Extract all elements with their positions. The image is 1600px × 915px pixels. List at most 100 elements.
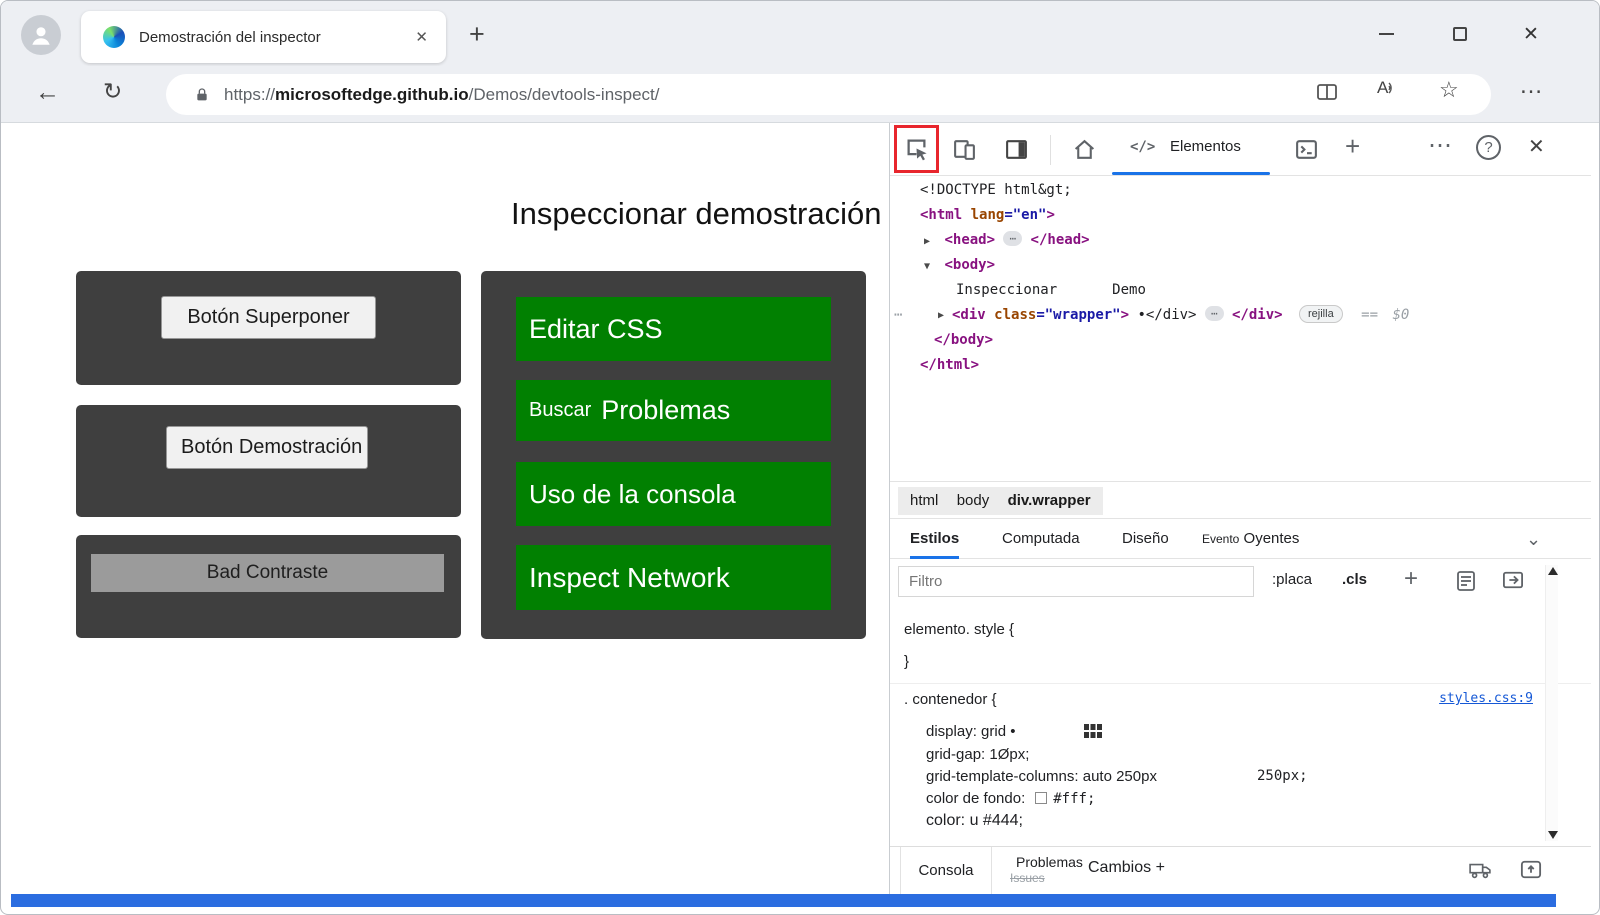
inspect-network-link[interactable]: Inspect Network — [516, 545, 831, 610]
read-aloud-icon[interactable]: A — [1377, 78, 1397, 98]
sidebar-tabs: Estilos Computada Diseño Evento Oyentes … — [890, 519, 1591, 559]
find-issues-link[interactable]: Buscar Problemas — [516, 380, 831, 441]
style-filter-input[interactable] — [898, 566, 1254, 597]
div-inline-content: •</div> — [1137, 307, 1196, 323]
new-tab-button[interactable]: + — [469, 19, 485, 50]
tab-computed[interactable]: Computada — [1002, 519, 1080, 559]
add-tab-icon[interactable]: + — [1345, 131, 1360, 162]
title-bar: Demostración del inspector ✕ + ✕ — [1, 1, 1600, 66]
navigation-bar: ← ↻ https://microsoftedge.github.io/Demo… — [1, 66, 1600, 123]
split-screen-icon[interactable] — [1317, 83, 1337, 101]
scroll-up-icon[interactable] — [1548, 567, 1558, 575]
tab-elements[interactable]: Elementos — [1170, 138, 1241, 155]
window-close-button[interactable]: ✕ — [1523, 23, 1539, 46]
prop-color[interactable]: color: u #444; — [926, 812, 1023, 830]
back-button[interactable]: ← — [35, 78, 60, 107]
stylesheet-source-link[interactable]: styles.css:9 — [1439, 691, 1533, 706]
dock-side-icon[interactable] — [1004, 137, 1029, 162]
prop-display[interactable]: display: grid • — [926, 723, 1102, 740]
tab-styles[interactable]: Estilos — [910, 519, 959, 559]
toolbar-divider — [1050, 135, 1051, 165]
expand-drawer-icon[interactable] — [1520, 859, 1542, 880]
dom-doctype[interactable]: <!DOCTYPE html&gt; — [920, 178, 1072, 203]
tab-close-icon[interactable]: ✕ — [415, 28, 428, 46]
devtools-close-icon[interactable]: ✕ — [1528, 134, 1545, 159]
network-throttling-icon[interactable] — [1468, 861, 1492, 879]
tab-layout[interactable]: Diseño — [1122, 519, 1169, 559]
drawer-tab-issues-original: Issues — [1010, 871, 1045, 885]
home-icon[interactable] — [1072, 137, 1097, 162]
drawer-tab-changes[interactable]: Cambios + — [1088, 859, 1165, 877]
div-attr: class — [994, 307, 1036, 323]
profile-avatar[interactable] — [21, 15, 61, 55]
toggle-cls[interactable]: .cls — [1342, 571, 1367, 588]
tab-event-small-text: Evento — [1202, 532, 1239, 546]
open-sidebar-icon[interactable] — [1502, 570, 1524, 590]
toggle-hov[interactable]: :placa — [1272, 571, 1312, 588]
lock-icon — [194, 87, 210, 103]
window-minimize-button[interactable] — [1379, 33, 1394, 35]
settings-more-icon[interactable]: … — [1519, 72, 1543, 100]
expand-arrow-icon[interactable]: ▶ — [924, 236, 930, 247]
button-panel-1: Botón Superponer — [76, 271, 461, 385]
node-menu-icon[interactable]: ⋯ — [894, 303, 902, 328]
styles-filter-row: :placa .cls + — [890, 559, 1591, 603]
expand-arrow-icon[interactable]: ▶ — [938, 303, 944, 328]
element-style-close: } — [904, 653, 909, 670]
color-swatch[interactable] — [1035, 792, 1047, 804]
dom-head[interactable]: ▶ <head> ⋯ </head> — [924, 228, 1090, 253]
read-aloud-letter: A — [1377, 78, 1388, 98]
crumb-div-wrapper[interactable]: div.wrapper — [1008, 492, 1091, 509]
collapsed-content-icon[interactable]: ⋯ — [1205, 306, 1224, 321]
grid-overlay-icon[interactable] — [1084, 724, 1102, 738]
refresh-button[interactable]: ↻ — [103, 78, 122, 105]
elements-tab-underline — [1112, 172, 1270, 175]
drawer-tab-issues[interactable]: Problemas — [1016, 854, 1083, 870]
address-bar[interactable]: https://microsoftedge.github.io/Demos/de… — [166, 74, 1491, 115]
favorites-star-icon[interactable]: ☆ — [1439, 77, 1459, 103]
container-rule-selector[interactable]: . contenedor { — [904, 691, 997, 708]
chevron-down-icon[interactable]: ⌄ — [1526, 519, 1541, 559]
button-panel-2: Botón Demostración — [76, 405, 461, 517]
dom-body-close[interactable]: </body> — [934, 328, 993, 353]
prop-background-color[interactable]: color de fondo:#fff; — [926, 790, 1095, 807]
dom-text-node[interactable]: InspeccionarDemo — [956, 278, 1146, 303]
inspect-element-icon[interactable] — [903, 135, 930, 162]
prop-bg-value: #fff; — [1053, 791, 1095, 807]
text-node-b: Demo — [1112, 282, 1146, 298]
prop-grid-gap[interactable]: grid-gap: 1Øpx; — [926, 746, 1029, 763]
demo-button[interactable]: Botón Demostración — [166, 426, 368, 469]
crumb-html[interactable]: html — [910, 492, 938, 509]
crumb-body[interactable]: body — [957, 492, 990, 509]
scroll-down-icon[interactable] — [1548, 831, 1558, 839]
overlay-button[interactable]: Botón Superponer — [161, 296, 376, 339]
bad-contrast-button[interactable]: Bad Contraste — [91, 554, 444, 592]
styles-scrollbar[interactable] — [1545, 565, 1558, 841]
console-use-link[interactable]: Uso de la consola — [516, 462, 831, 526]
browser-tab[interactable]: Demostración del inspector ✕ — [81, 11, 446, 63]
prop-grid-template-columns-extra: 250px; — [1257, 768, 1308, 784]
window-maximize-button[interactable] — [1453, 27, 1467, 41]
page-title: Inspeccionar demostración — [511, 196, 881, 232]
console-drawer-icon[interactable] — [1294, 137, 1319, 162]
grid-badge[interactable]: rejilla — [1299, 305, 1343, 323]
collapsed-content-icon[interactable]: ⋯ — [1003, 231, 1022, 246]
drawer-tab-console[interactable]: Consola — [900, 847, 992, 894]
dom-html-open[interactable]: <html lang="en"> — [920, 203, 1055, 228]
prop-grid-template-columns[interactable]: grid-template-columns: auto 250px — [926, 768, 1157, 785]
more-options-icon[interactable]: ⋯ — [1428, 131, 1452, 160]
computed-panel-icon[interactable] — [1456, 570, 1476, 592]
dom-html-close[interactable]: </html> — [920, 353, 979, 378]
device-emulation-icon[interactable] — [952, 137, 977, 162]
collapse-arrow-icon[interactable]: ▼ — [924, 261, 930, 272]
edge-logo-icon — [103, 26, 125, 48]
tab-event-listeners[interactable]: Evento Oyentes — [1202, 519, 1299, 559]
element-style-rule[interactable]: elemento. style { — [904, 621, 1014, 638]
new-style-rule-icon[interactable]: + — [1404, 565, 1418, 593]
edit-css-link[interactable]: Editar CSS — [516, 297, 831, 361]
help-icon[interactable]: ? — [1476, 135, 1501, 160]
div-attr-value: ="wrapper" — [1036, 307, 1120, 323]
devtools-panel: </> Elementos + ⋯ ? ✕ <!DOCTYPE html&gt;… — [889, 123, 1591, 894]
drawer-bar: Consola Problemas Issues Cambios + — [890, 846, 1591, 894]
dom-body[interactable]: ▼ <body> — [924, 253, 995, 278]
